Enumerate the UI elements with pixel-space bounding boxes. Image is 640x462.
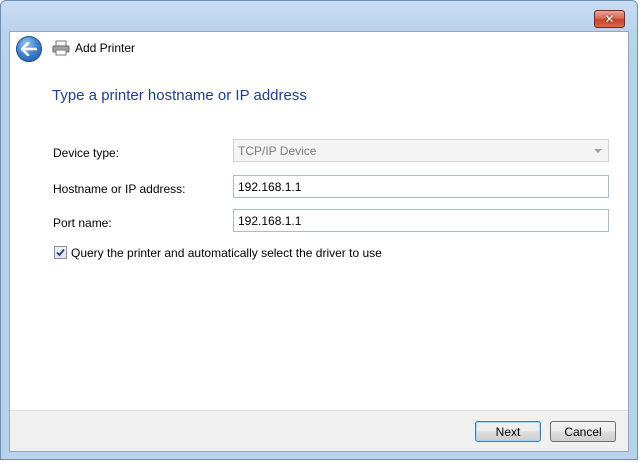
back-arrow-icon: [21, 42, 37, 56]
port-name-value: 192.168.1.1: [238, 214, 302, 228]
printer-icon: [52, 40, 70, 56]
page-heading: Type a printer hostname or IP address: [52, 87, 307, 104]
device-type-value: TCP/IP Device: [238, 144, 317, 158]
wizard-footer: Next Cancel: [10, 410, 628, 451]
next-button[interactable]: Next: [475, 421, 541, 442]
hostname-value: 192.168.1.1: [238, 180, 302, 194]
query-printer-checkbox[interactable]: [54, 246, 67, 259]
device-type-label: Device type:: [53, 146, 120, 160]
query-printer-label[interactable]: Query the printer and automatically sele…: [71, 246, 382, 260]
checkmark-icon: [56, 248, 65, 257]
hostname-label: Hostname or IP address:: [53, 182, 186, 196]
add-printer-window: ✕ Add Printer Type a printer hostname or…: [0, 0, 638, 460]
back-button[interactable]: [16, 36, 42, 62]
cancel-button[interactable]: Cancel: [550, 421, 616, 442]
window-title: Add Printer: [75, 41, 136, 55]
wizard-content: Add Printer Type a printer hostname or I…: [9, 31, 629, 452]
close-button[interactable]: ✕: [594, 10, 625, 28]
hostname-input[interactable]: 192.168.1.1: [233, 175, 609, 198]
device-type-dropdown: TCP/IP Device: [233, 139, 609, 162]
port-name-input[interactable]: 192.168.1.1: [233, 209, 609, 232]
chevron-down-icon: [594, 149, 602, 153]
port-name-label: Port name:: [53, 216, 112, 230]
wizard-nav-bar: Add Printer: [10, 32, 628, 66]
close-icon: ✕: [604, 12, 615, 26]
